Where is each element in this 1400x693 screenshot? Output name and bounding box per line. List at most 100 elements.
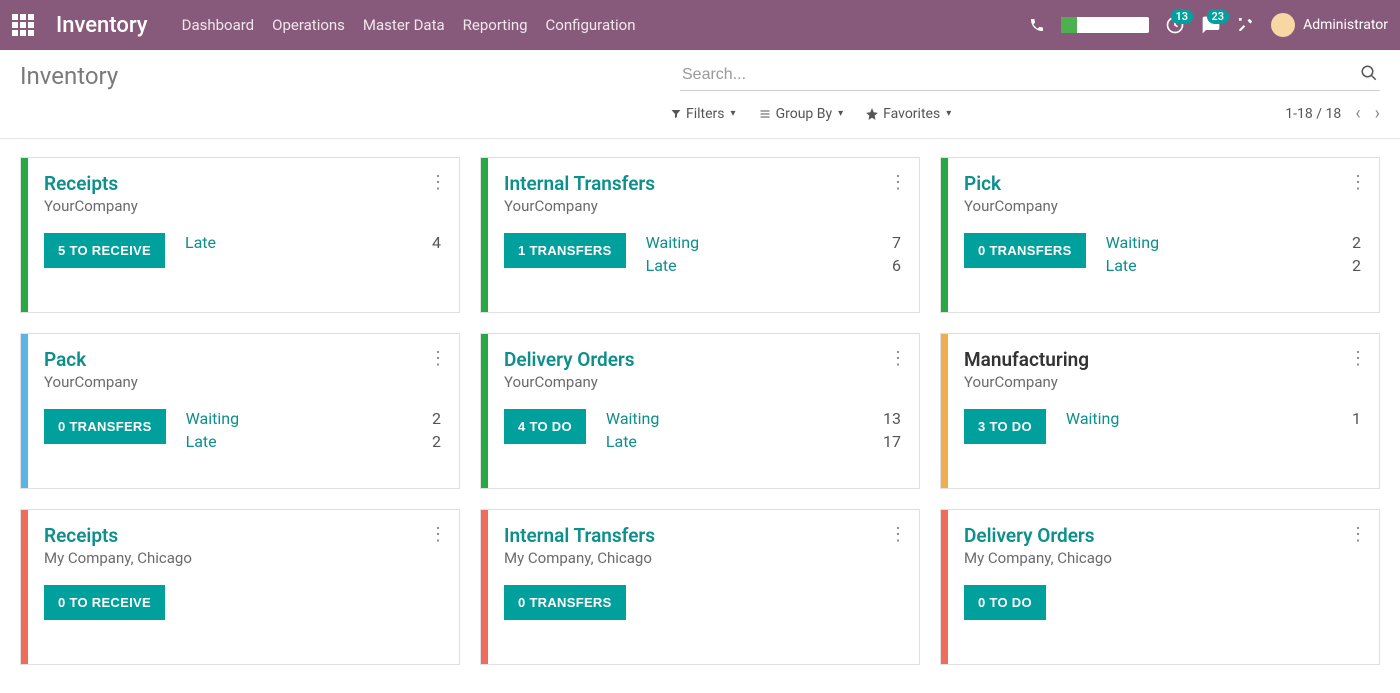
- kebab-icon[interactable]: ⋮: [889, 524, 905, 545]
- card-title[interactable]: Delivery Orders: [964, 524, 1361, 547]
- pager-next[interactable]: ›: [1375, 103, 1380, 124]
- stat-row[interactable]: Late2: [1106, 256, 1361, 275]
- stat-row[interactable]: Waiting13: [606, 409, 901, 428]
- stat-value: 2: [432, 432, 441, 451]
- kebab-icon[interactable]: ⋮: [429, 172, 445, 193]
- card-title[interactable]: Internal Transfers: [504, 524, 901, 547]
- card-body: ⋮Delivery OrdersYourCompany4 TO DOWaitin…: [488, 334, 919, 488]
- card-body: ⋮ReceiptsMy Company, Chicago0 TO RECEIVE: [28, 510, 459, 664]
- stat-row[interactable]: Waiting1: [1066, 409, 1361, 428]
- card-main: 0 TO RECEIVE: [44, 585, 441, 620]
- stat-value: 2: [432, 409, 441, 428]
- card-action-button[interactable]: 0 TRANSFERS: [504, 585, 626, 620]
- card-stripe: [481, 510, 488, 664]
- stat-row[interactable]: Late17: [606, 432, 901, 451]
- kebab-icon[interactable]: ⋮: [889, 172, 905, 193]
- avatar: [1271, 13, 1295, 37]
- search-input[interactable]: [680, 60, 1380, 91]
- pager: 1-18 / 18 ‹ ›: [1285, 103, 1380, 124]
- card-body: ⋮Delivery OrdersMy Company, Chicago0 TO …: [948, 510, 1379, 664]
- stat-row[interactable]: Waiting7: [646, 233, 901, 252]
- card-body: ⋮PackYourCompany0 TRANSFERSWaiting2Late2: [28, 334, 459, 488]
- card-title[interactable]: Manufacturing: [964, 348, 1361, 371]
- card-action-button[interactable]: 0 TO RECEIVE: [44, 585, 165, 620]
- card-title[interactable]: Pack: [44, 348, 441, 371]
- card-body: ⋮ManufacturingYourCompany3 TO DOWaiting1: [948, 334, 1379, 488]
- card-subtitle: My Company, Chicago: [504, 549, 901, 567]
- nav-configuration[interactable]: Configuration: [546, 16, 636, 34]
- nav-master-data[interactable]: Master Data: [363, 16, 445, 34]
- card-title[interactable]: Receipts: [44, 172, 441, 195]
- tools-icon[interactable]: [1237, 16, 1255, 34]
- card: ⋮Receipts YourCompany 5 TO RECEIVE Late4: [20, 157, 460, 313]
- apps-icon[interactable]: [12, 14, 34, 36]
- card-subtitle: YourCompany: [964, 197, 1361, 215]
- stat-label: Late: [606, 432, 637, 451]
- user-menu[interactable]: Administrator: [1271, 13, 1388, 37]
- stat-value: 6: [892, 256, 901, 275]
- navbar-left: Inventory Dashboard Operations Master Da…: [12, 13, 636, 38]
- user-name: Administrator: [1303, 17, 1388, 33]
- card-main: 0 TRANSFERS Waiting2 Late2: [964, 233, 1361, 279]
- card-main: 5 TO RECEIVE Late4: [44, 233, 441, 268]
- list-icon: [758, 108, 772, 120]
- kebab-icon[interactable]: ⋮: [1349, 524, 1365, 545]
- card-stats: Waiting2 Late2: [1106, 233, 1361, 279]
- card-body: ⋮Receipts YourCompany 5 TO RECEIVE Late4: [28, 158, 459, 312]
- card-action-button[interactable]: 5 TO RECEIVE: [44, 233, 165, 268]
- nav-reporting[interactable]: Reporting: [463, 16, 528, 34]
- card-title[interactable]: Internal Transfers: [504, 172, 901, 195]
- card-stats: Waiting1: [1066, 409, 1361, 444]
- favorites-button[interactable]: Favorites▾: [865, 106, 951, 122]
- card-action-button[interactable]: 0 TRANSFERS: [964, 233, 1086, 268]
- card-stripe: [21, 510, 28, 664]
- kebab-icon[interactable]: ⋮: [1349, 172, 1365, 193]
- card-action-button[interactable]: 1 TRANSFERS: [504, 233, 626, 268]
- clock-icon[interactable]: 13: [1165, 15, 1185, 35]
- card: ⋮ReceiptsMy Company, Chicago0 TO RECEIVE: [20, 509, 460, 665]
- kebab-icon[interactable]: ⋮: [429, 524, 445, 545]
- card-action-button[interactable]: 0 TRANSFERS: [44, 409, 166, 444]
- card-title[interactable]: Delivery Orders: [504, 348, 901, 371]
- chat-icon[interactable]: 23: [1201, 15, 1221, 35]
- card-stats: Late4: [185, 233, 441, 268]
- card-title[interactable]: Pick: [964, 172, 1361, 195]
- nav-dashboard[interactable]: Dashboard: [182, 16, 255, 34]
- kebab-icon[interactable]: ⋮: [429, 348, 445, 369]
- stat-value: 1: [1352, 409, 1361, 428]
- filter-icon: [670, 108, 682, 120]
- groupby-button[interactable]: Group By▾: [758, 106, 844, 122]
- nav-operations[interactable]: Operations: [272, 16, 345, 34]
- card-stats: Waiting13 Late17: [606, 409, 901, 455]
- stat-row[interactable]: Late2: [186, 432, 441, 451]
- card: ⋮Delivery OrdersMy Company, Chicago0 TO …: [940, 509, 1380, 665]
- card-stripe: [481, 334, 488, 488]
- card-stripe: [941, 334, 948, 488]
- card-subtitle: YourCompany: [44, 197, 441, 215]
- app-brand[interactable]: Inventory: [56, 13, 148, 38]
- filters-button[interactable]: Filters▾: [670, 106, 736, 122]
- phone-icon[interactable]: [1029, 17, 1045, 33]
- card-main: 0 TRANSFERS Waiting2 Late2: [44, 409, 441, 455]
- kebab-icon[interactable]: ⋮: [1349, 348, 1365, 369]
- control-bar: Inventory: [0, 50, 1400, 97]
- card-action-button[interactable]: 3 TO DO: [964, 409, 1046, 444]
- chat-badge: 23: [1207, 9, 1230, 24]
- card-stats: Waiting2 Late2: [186, 409, 441, 455]
- stat-row[interactable]: Late6: [646, 256, 901, 275]
- progress-bar[interactable]: [1061, 17, 1149, 33]
- pager-prev[interactable]: ‹: [1355, 103, 1360, 124]
- search-icon[interactable]: [1360, 64, 1378, 82]
- stat-row[interactable]: Waiting2: [186, 409, 441, 428]
- kebab-icon[interactable]: ⋮: [889, 348, 905, 369]
- stat-row[interactable]: Late4: [185, 233, 441, 252]
- stat-value: 2: [1352, 256, 1361, 275]
- card-stripe: [21, 158, 28, 312]
- card-action-button[interactable]: 0 TO DO: [964, 585, 1046, 620]
- navbar: Inventory Dashboard Operations Master Da…: [0, 0, 1400, 50]
- stat-row[interactable]: Waiting2: [1106, 233, 1361, 252]
- card-action-button[interactable]: 4 TO DO: [504, 409, 586, 444]
- cards-grid: ⋮ReceiptsYourCompany5 TO RECEIVELate4⋮In…: [0, 139, 1400, 683]
- card-title[interactable]: Receipts: [44, 524, 441, 547]
- card-subtitle: YourCompany: [504, 197, 901, 215]
